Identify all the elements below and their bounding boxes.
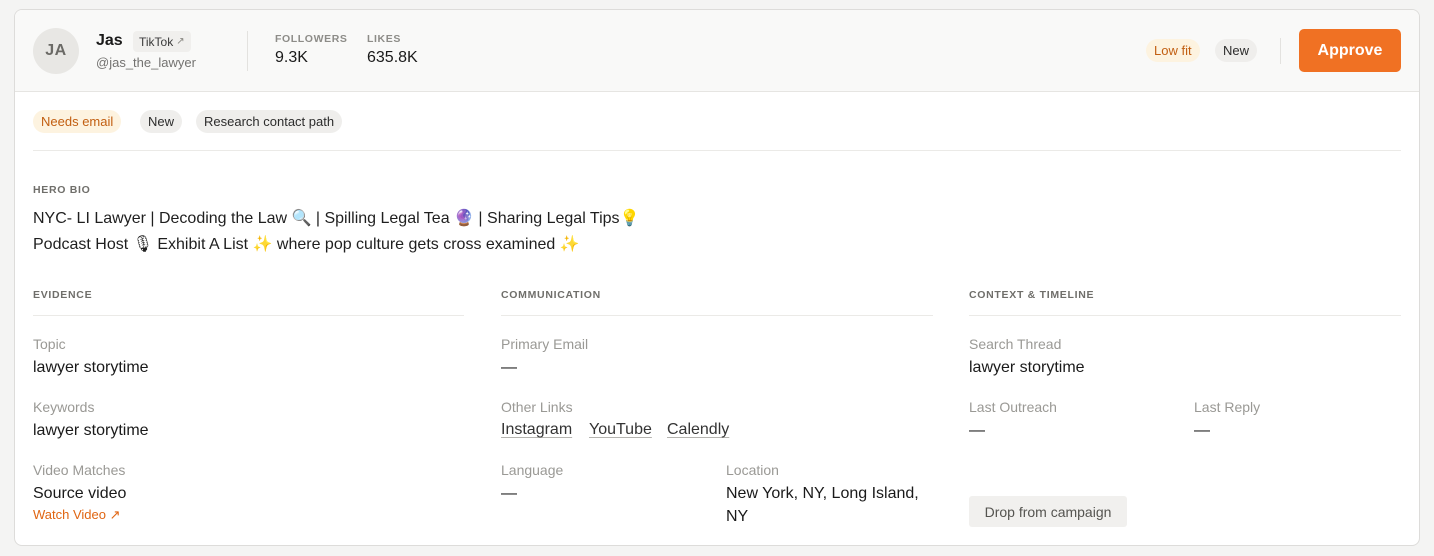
- avatar: JA: [33, 28, 79, 74]
- topic-label: Topic: [33, 336, 66, 352]
- video-matches-label: Video Matches: [33, 462, 126, 478]
- context-timeline-label: CONTEXT & TIMELINE: [969, 289, 1095, 301]
- primary-email-value: —: [501, 359, 517, 376]
- communication-label: COMMUNICATION: [501, 289, 601, 301]
- creator-handle: @jas_the_lawyer: [96, 55, 196, 70]
- keywords-label: Keywords: [33, 399, 95, 415]
- language-label: Language: [501, 462, 564, 478]
- approve-button[interactable]: Approve: [1299, 29, 1401, 72]
- platform-link[interactable]: TikTok ↗: [133, 31, 191, 52]
- search-thread-value: lawyer storytime: [969, 359, 1085, 376]
- followers-value: 9.3K: [275, 49, 308, 66]
- bio-line-1: NYC- LI Lawyer | Decoding the Law 🔍 | Sp…: [33, 210, 640, 227]
- language-value: —: [501, 485, 517, 502]
- last-outreach-label: Last Outreach: [969, 399, 1057, 415]
- followers-label: FOLLOWERS: [275, 33, 348, 45]
- external-link-icon: ↗: [176, 36, 185, 47]
- last-reply-value: —: [1194, 422, 1210, 439]
- topic-value: lawyer storytime: [33, 359, 149, 376]
- header-divider: [247, 31, 248, 71]
- divider: [33, 150, 1401, 151]
- instagram-link[interactable]: Instagram: [501, 421, 572, 439]
- youtube-link[interactable]: YouTube: [589, 421, 652, 439]
- video-matches-value: Source video: [33, 485, 127, 502]
- creator-card: JA Jas TikTok ↗ @jas_the_lawyer FOLLOWER…: [14, 9, 1420, 546]
- status-badge: New: [1215, 39, 1258, 62]
- fit-badge: Low fit: [1146, 39, 1200, 62]
- likes-value: 635.8K: [367, 49, 418, 66]
- platform-label: TikTok: [139, 34, 174, 49]
- watch-video-link[interactable]: Watch Video ↗: [33, 507, 121, 523]
- card-header: JA Jas TikTok ↗ @jas_the_lawyer FOLLOWER…: [15, 10, 1419, 92]
- evidence-label: EVIDENCE: [33, 289, 93, 301]
- bio-line-2: Podcast Host 🎙 Exhibit A List ✨ where po…: [33, 236, 580, 253]
- keywords-value: lawyer storytime: [33, 422, 149, 439]
- evidence-divider: [33, 315, 464, 316]
- last-reply-label: Last Reply: [1194, 399, 1261, 415]
- last-outreach-value: —: [969, 422, 985, 439]
- drop-from-campaign-button[interactable]: Drop from campaign: [969, 496, 1127, 527]
- calendly-link[interactable]: Calendly: [667, 421, 729, 439]
- header-action-divider: [1280, 38, 1281, 64]
- likes-label: LIKES: [367, 33, 401, 45]
- location-value: New York, NY, Long Island, NY: [726, 485, 919, 525]
- location-label: Location: [726, 462, 779, 478]
- creator-name: Jas: [96, 32, 123, 49]
- primary-email-label: Primary Email: [501, 336, 589, 352]
- other-links-label: Other Links: [501, 399, 573, 415]
- search-thread-label: Search Thread: [969, 336, 1062, 352]
- tag-needs-email: Needs email: [33, 110, 122, 133]
- communication-divider: [501, 315, 933, 316]
- tag-new: New: [140, 110, 183, 133]
- tag-research-contact-path: Research contact path: [196, 110, 343, 133]
- hero-bio-label: HERO BIO: [33, 184, 91, 196]
- context-divider: [969, 315, 1401, 316]
